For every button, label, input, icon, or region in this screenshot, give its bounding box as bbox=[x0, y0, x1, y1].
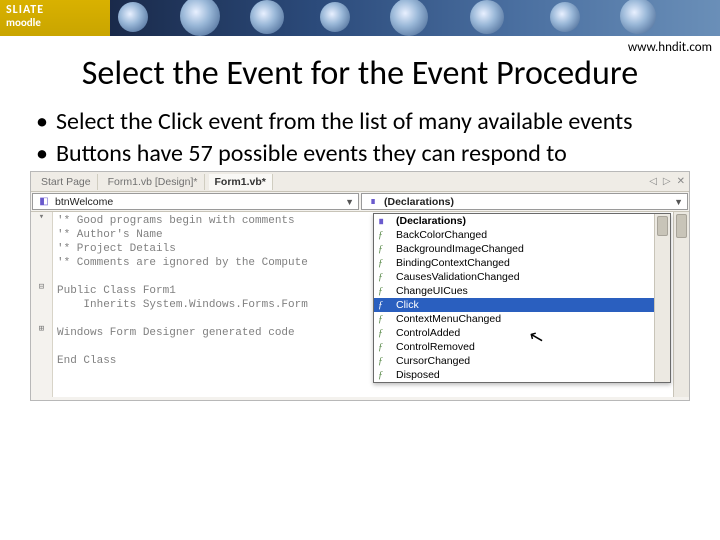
tab-code[interactable]: Form1.vb* bbox=[209, 174, 273, 190]
dropdown-item[interactable]: ƒ CursorChanged bbox=[374, 354, 654, 368]
tab-nav-back-icon[interactable]: ◁ bbox=[649, 176, 657, 187]
bullet-list: Select the Click event from the list of … bbox=[36, 107, 684, 169]
top-banner: SLIATE moodle bbox=[0, 0, 720, 36]
tab-nav-fwd-icon[interactable]: ▷ bbox=[663, 176, 671, 187]
class-icon: ◧ bbox=[37, 196, 51, 208]
event-dropdown: ∎ (Declarations) ƒ BackColorChanged ƒ Backg… bbox=[373, 213, 671, 383]
member-combo-value: (Declarations) bbox=[384, 196, 674, 208]
member-combos: ◧ btnWelcome ▼ ∎ (Declarations) ▼ bbox=[31, 192, 689, 212]
logo-block: SLIATE moodle bbox=[0, 0, 110, 36]
tab-design[interactable]: Form1.vb [Design]* bbox=[102, 174, 205, 190]
outline-gutter: ▾ ⊟ ⊞ bbox=[31, 212, 53, 397]
member-combo[interactable]: ∎ (Declarations) ▼ bbox=[361, 193, 688, 210]
outline-blank bbox=[31, 226, 52, 240]
outline-blank bbox=[31, 338, 52, 352]
event-icon: ƒ bbox=[378, 370, 392, 381]
event-icon: ƒ bbox=[378, 286, 392, 297]
event-icon: ƒ bbox=[378, 342, 392, 353]
dropdown-item[interactable]: ƒ ControlRemoved bbox=[374, 340, 654, 354]
dropdown-item[interactable]: ƒ CausesValidationChanged bbox=[374, 270, 654, 284]
banner-graphic bbox=[110, 0, 720, 36]
dropdown-item-label: Click bbox=[396, 299, 419, 311]
outline-blank bbox=[31, 240, 52, 254]
dropdown-item-label: CursorChanged bbox=[396, 355, 470, 367]
dropdown-item-label: ChangeUICues bbox=[396, 285, 468, 297]
dropdown-item-click[interactable]: ƒ Click bbox=[374, 298, 654, 312]
vertical-scrollbar[interactable] bbox=[673, 212, 689, 397]
source-url: www.hndit.com bbox=[628, 40, 712, 55]
outline-toggle[interactable]: ⊟ bbox=[31, 282, 52, 296]
event-icon: ƒ bbox=[378, 258, 392, 269]
outline-toggle[interactable]: ▾ bbox=[31, 212, 52, 226]
dropdown-item[interactable]: ƒ BackgroundImageChanged bbox=[374, 242, 654, 256]
outline-blank bbox=[31, 268, 52, 282]
slide-title: Select the Event for the Event Procedure bbox=[60, 54, 660, 93]
scrollbar-thumb[interactable] bbox=[676, 214, 687, 238]
dropdown-item[interactable]: ƒ Disposed bbox=[374, 368, 654, 382]
bullet-item: Buttons have 57 possible events they can… bbox=[36, 139, 684, 169]
bullet-item: Select the Click event from the list of … bbox=[36, 107, 684, 137]
dropdown-item[interactable]: ƒ BindingContextChanged bbox=[374, 256, 654, 270]
logo-line2: moodle bbox=[6, 17, 104, 29]
tab-close-icon[interactable]: ✕ bbox=[677, 176, 685, 187]
dropdown-item[interactable]: ƒ ChangeUICues bbox=[374, 284, 654, 298]
dropdown-item-label: BackgroundImageChanged bbox=[396, 243, 524, 255]
outline-blank bbox=[31, 254, 52, 268]
outline-toggle[interactable]: ⊞ bbox=[31, 324, 52, 338]
event-icon: ƒ bbox=[378, 356, 392, 367]
dropdown-item-label: ContextMenuChanged bbox=[396, 313, 501, 325]
dropdown-scrollbar[interactable] bbox=[654, 214, 670, 382]
dropdown-item-label: BackColorChanged bbox=[396, 229, 487, 241]
event-icon: ƒ bbox=[378, 244, 392, 255]
dropdown-item-declarations[interactable]: ∎ (Declarations) bbox=[374, 214, 654, 228]
dropdown-item[interactable]: ƒ BackColorChanged bbox=[374, 228, 654, 242]
event-icon: ƒ bbox=[378, 300, 392, 311]
event-dropdown-list: ∎ (Declarations) ƒ BackColorChanged ƒ Backg… bbox=[374, 214, 654, 382]
dropdown-item-label: (Declarations) bbox=[396, 215, 466, 227]
document-tabs: Start Page Form1.vb [Design]* Form1.vb* … bbox=[31, 172, 689, 192]
outline-blank bbox=[31, 352, 52, 366]
dropdown-item-label: Disposed bbox=[396, 369, 440, 381]
declarations-icon: ∎ bbox=[378, 216, 392, 227]
event-icon: ƒ bbox=[378, 328, 392, 339]
class-combo-value: btnWelcome bbox=[55, 196, 345, 208]
chevron-down-icon: ▼ bbox=[345, 197, 354, 207]
event-icon: ƒ bbox=[378, 272, 392, 283]
dropdown-item-label: CausesValidationChanged bbox=[396, 271, 520, 283]
dropdown-item[interactable]: ƒ ContextMenuChanged bbox=[374, 312, 654, 326]
dropdown-item[interactable]: ƒ ControlAdded bbox=[374, 326, 654, 340]
declarations-icon: ∎ bbox=[366, 196, 380, 208]
tab-start-page[interactable]: Start Page bbox=[35, 174, 98, 190]
outline-blank bbox=[31, 296, 52, 310]
vs-editor: Start Page Form1.vb [Design]* Form1.vb* … bbox=[30, 171, 690, 401]
dropdown-item-label: ControlAdded bbox=[396, 327, 460, 339]
outline-blank bbox=[31, 310, 52, 324]
dropdown-item-label: BindingContextChanged bbox=[396, 257, 510, 269]
class-combo[interactable]: ◧ btnWelcome ▼ bbox=[32, 193, 359, 210]
event-icon: ƒ bbox=[378, 314, 392, 325]
scrollbar-thumb[interactable] bbox=[657, 216, 668, 236]
chevron-down-icon: ▼ bbox=[674, 197, 683, 207]
dropdown-item-label: ControlRemoved bbox=[396, 341, 475, 353]
event-icon: ƒ bbox=[378, 230, 392, 241]
